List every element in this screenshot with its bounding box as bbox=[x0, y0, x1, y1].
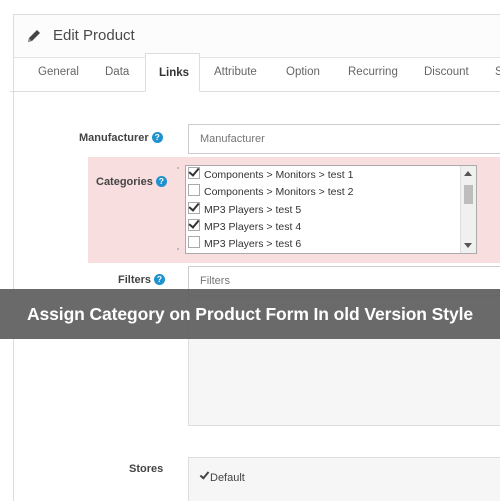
categories-scrollbar[interactable] bbox=[460, 166, 476, 253]
stores-label: Stores bbox=[129, 463, 164, 475]
scroll-up-arrow-icon[interactable] bbox=[464, 171, 472, 176]
category-option[interactable]: MP3 Players > test 6 bbox=[188, 236, 301, 253]
filters-label: Filters? bbox=[118, 274, 166, 286]
tab-recurring[interactable]: Recurring bbox=[348, 53, 398, 91]
scroll-down-arrow-icon[interactable] bbox=[464, 243, 472, 248]
categories-label-text: Categories bbox=[96, 176, 153, 188]
checkbox[interactable] bbox=[188, 184, 200, 196]
help-icon[interactable]: ? bbox=[151, 132, 163, 143]
scroll-thumb[interactable] bbox=[464, 185, 473, 204]
panel-title: Edit Product bbox=[53, 27, 135, 44]
category-option-label: MP3 Players > test 5 bbox=[204, 204, 302, 216]
resize-dot bbox=[177, 248, 179, 250]
tab-special[interactable]: S bbox=[495, 53, 500, 91]
categories-label: Categories? bbox=[96, 176, 167, 188]
checkbox[interactable] bbox=[188, 167, 200, 179]
filters-label-text: Filters bbox=[118, 274, 152, 286]
checkbox[interactable] bbox=[188, 202, 200, 214]
store-option-label: Default bbox=[210, 472, 245, 484]
tab-data[interactable]: Data bbox=[105, 53, 129, 91]
manufacturer-input[interactable] bbox=[188, 124, 500, 154]
category-option[interactable]: Components > Monitors > test 1 bbox=[188, 167, 353, 184]
caption-banner: Assign Category on Product Form In old V… bbox=[0, 289, 500, 339]
checkbox[interactable] bbox=[188, 236, 200, 248]
category-option[interactable]: Components > Monitors > test 2 bbox=[188, 184, 353, 201]
panel-heading: Edit Product bbox=[14, 15, 500, 58]
category-option-label: Components > Monitors > test 2 bbox=[204, 186, 354, 198]
tab-discount[interactable]: Discount bbox=[424, 53, 469, 91]
tab-attribute[interactable]: Attribute bbox=[214, 53, 257, 91]
category-option[interactable]: MP3 Players > test 4 bbox=[188, 219, 301, 236]
checkbox[interactable] bbox=[188, 219, 200, 231]
category-option-label: MP3 Players > test 6 bbox=[204, 238, 302, 250]
category-option-label: Components > Monitors > test 1 bbox=[204, 169, 354, 181]
caption-text: Assign Category on Product Form In old V… bbox=[27, 304, 473, 324]
categories-multiselect[interactable]: Components > Monitors > test 1 Component… bbox=[185, 165, 477, 254]
store-option[interactable]: Default bbox=[200, 471, 245, 484]
help-icon[interactable]: ? bbox=[154, 274, 166, 285]
checkbox[interactable] bbox=[200, 471, 209, 481]
manufacturer-label-text: Manufacturer bbox=[79, 132, 149, 144]
help-icon[interactable]: ? bbox=[155, 176, 167, 187]
tab-bar: General Data Links Attribute Option Recu… bbox=[10, 53, 500, 92]
category-option[interactable]: MP3 Players > test 5 bbox=[188, 202, 301, 219]
category-option-label: MP3 Players > test 4 bbox=[204, 221, 302, 233]
pencil-icon bbox=[28, 30, 40, 42]
tab-option[interactable]: Option bbox=[286, 53, 320, 91]
tab-links[interactable]: Links bbox=[145, 53, 200, 92]
resize-dot bbox=[177, 167, 179, 169]
tab-general[interactable]: General bbox=[38, 53, 79, 91]
manufacturer-label: Manufacturer? bbox=[79, 132, 163, 144]
